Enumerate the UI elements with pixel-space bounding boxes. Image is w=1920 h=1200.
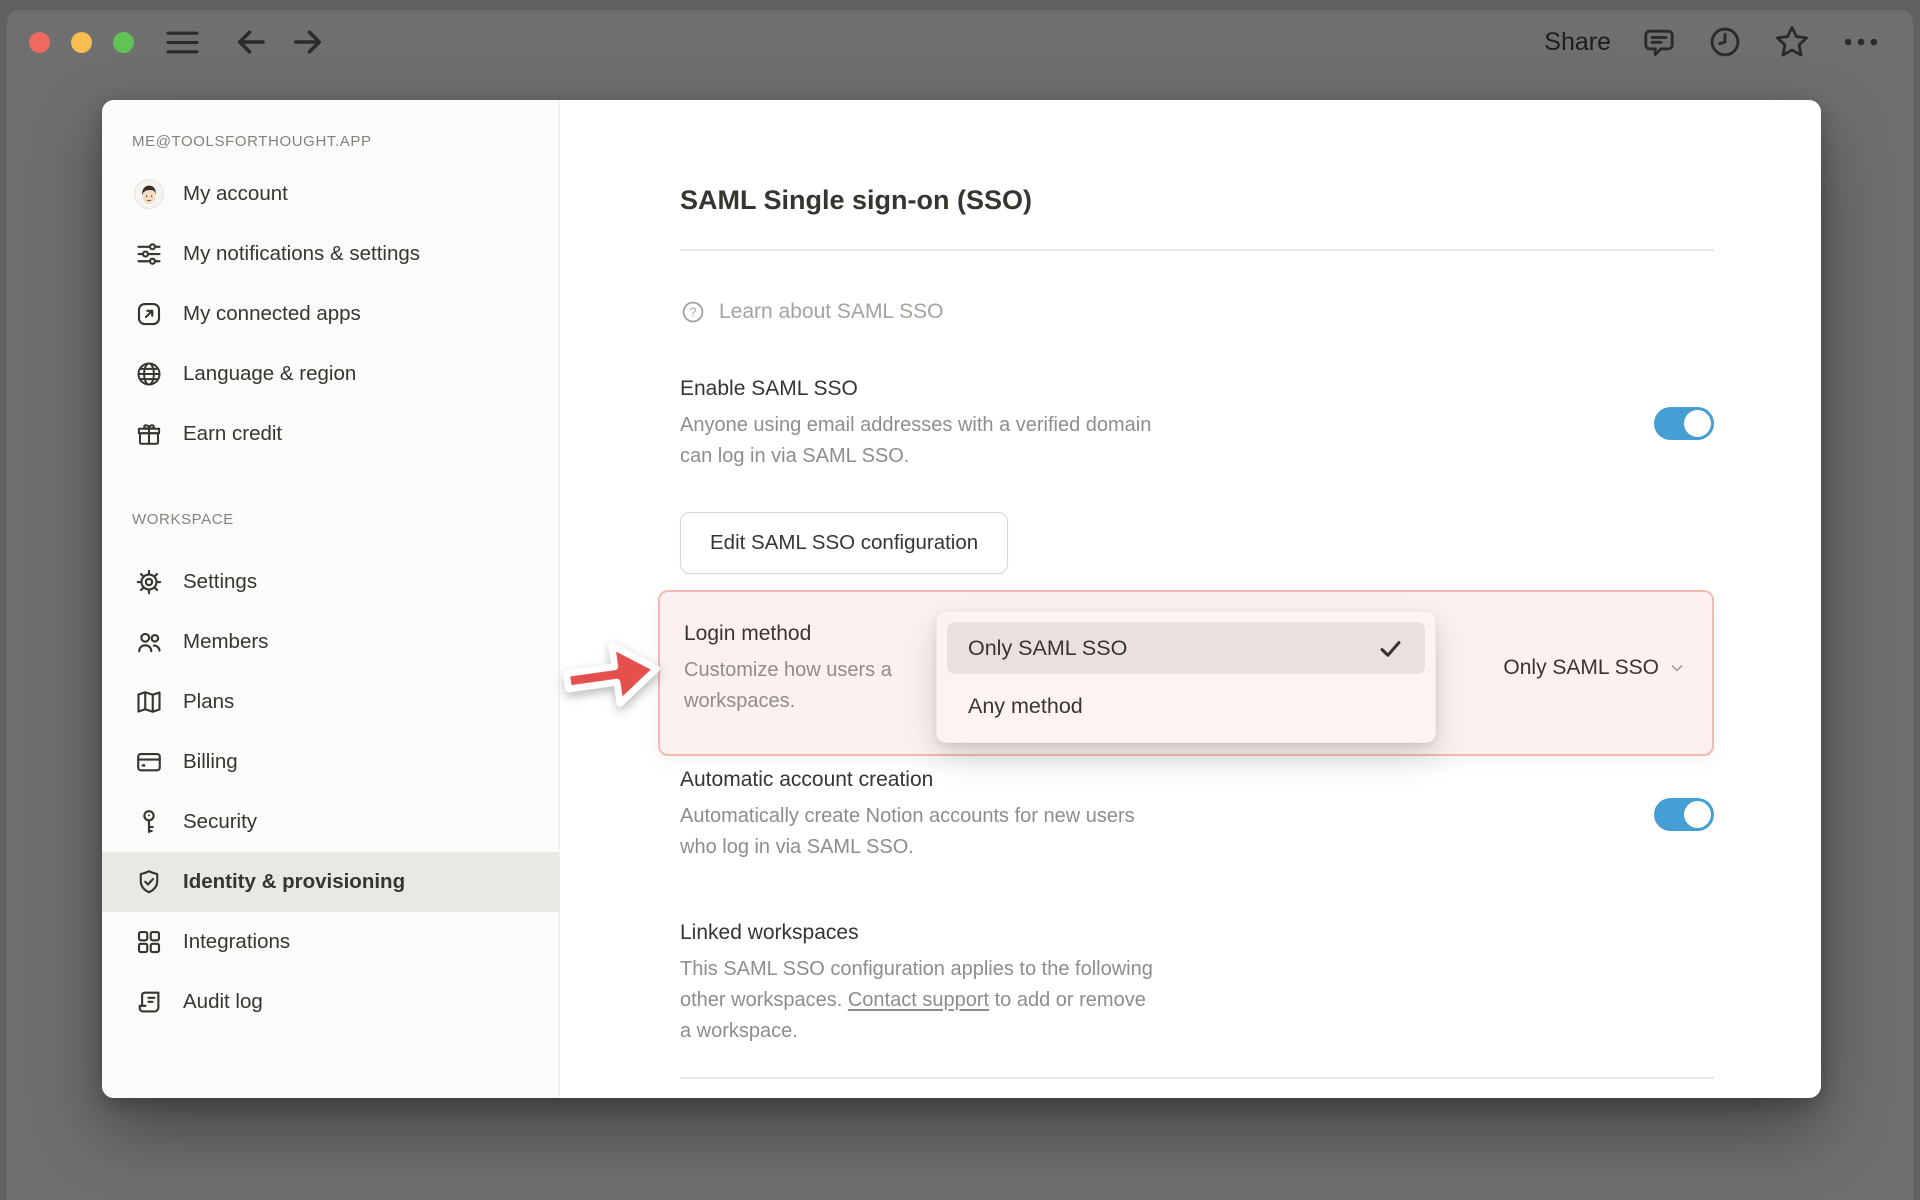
auto-account-row: Automatic account creation Automatically… bbox=[680, 766, 1714, 863]
enable-saml-row: Enable SAML SSO Anyone using email addre… bbox=[680, 375, 1714, 472]
auto-account-description: Automatically create Notion accounts for… bbox=[680, 805, 1135, 858]
linked-workspaces-block: Linked workspaces This SAML SSO configur… bbox=[680, 919, 1714, 1047]
workspace-items-list: Settings Members Plans Billing Security Ident… bbox=[102, 552, 559, 1032]
settings-main-panel: SAML Single sign-on (SSO) ? Learn about … bbox=[560, 100, 1821, 1098]
enable-saml-description: Anyone using email addresses with a veri… bbox=[680, 414, 1152, 467]
sidebar-item-members[interactable]: Members bbox=[102, 612, 559, 672]
minimize-window-button[interactable] bbox=[71, 31, 92, 53]
account-items-list: My account My notifications & settings My … bbox=[102, 164, 559, 464]
settings-modal: ME@TOOLSFORTHOUGHT.APP My account My noti… bbox=[102, 100, 1821, 1098]
sidebar-item-settings[interactable]: Settings bbox=[102, 552, 559, 612]
share-button[interactable]: Share bbox=[1544, 28, 1611, 57]
sidebar-item-label: Audit log bbox=[183, 990, 263, 1013]
sidebar-item-security[interactable]: Security bbox=[102, 792, 559, 852]
chevron-down-icon bbox=[1668, 659, 1686, 677]
auto-account-toggle[interactable] bbox=[1654, 798, 1714, 831]
dropdown-option-any-method[interactable]: Any method bbox=[947, 680, 1425, 732]
red-pointer-arrow-icon bbox=[562, 642, 660, 707]
svg-text:?: ? bbox=[690, 305, 697, 319]
arrow-up-right-square-icon bbox=[134, 299, 164, 329]
sidebar-item-label: Members bbox=[183, 630, 269, 653]
bottom-divider bbox=[680, 1077, 1714, 1079]
title-divider bbox=[680, 249, 1714, 251]
globe-icon bbox=[134, 359, 164, 389]
zoom-window-button[interactable] bbox=[113, 31, 134, 53]
sliders-icon bbox=[134, 239, 164, 269]
sidebar-item-label: Earn credit bbox=[183, 422, 283, 445]
back-icon[interactable] bbox=[233, 24, 269, 60]
dropdown-option-label: Any method bbox=[968, 693, 1083, 718]
sidebar-item-integrations[interactable]: Integrations bbox=[102, 912, 559, 972]
titlebar: Share bbox=[7, 10, 1913, 74]
sidebar-item-label: Integrations bbox=[183, 930, 291, 953]
sidebar-item-language-region[interactable]: Language & region bbox=[102, 344, 559, 404]
forward-icon[interactable] bbox=[290, 24, 326, 60]
contact-support-link[interactable]: Contact support bbox=[848, 989, 989, 1011]
sidebar-item-label: Identity & provisioning bbox=[183, 870, 406, 893]
key-icon bbox=[134, 807, 164, 837]
settings-sidebar: ME@TOOLSFORTHOUGHT.APP My account My noti… bbox=[102, 100, 560, 1098]
favorite-star-icon[interactable] bbox=[1773, 23, 1811, 61]
login-method-selected-value: Only SAML SSO bbox=[1503, 656, 1659, 679]
gift-icon bbox=[134, 419, 164, 449]
auto-account-heading: Automatic account creation bbox=[680, 768, 934, 791]
more-ellipsis-icon[interactable] bbox=[1841, 24, 1881, 60]
linked-workspaces-heading: Linked workspaces bbox=[680, 921, 859, 944]
login-method-section: Login method Customize how users a works… bbox=[562, 590, 1714, 756]
sidebar-item-my-account[interactable]: My account bbox=[102, 164, 559, 224]
window-controls bbox=[29, 31, 134, 53]
sidebar-item-label: Security bbox=[183, 810, 258, 833]
dropdown-option-only-saml-sso[interactable]: Only SAML SSO bbox=[947, 622, 1425, 674]
sidebar-item-label: Settings bbox=[183, 570, 258, 593]
sidebar-item-label: My account bbox=[183, 182, 288, 205]
hamburger-icon[interactable] bbox=[164, 28, 201, 57]
sidebar-item-plans[interactable]: Plans bbox=[102, 672, 559, 732]
question-circle-icon: ? bbox=[680, 299, 706, 325]
grid-icon bbox=[134, 927, 164, 957]
edit-saml-config-button[interactable]: Edit SAML SSO configuration bbox=[680, 512, 1009, 574]
linked-workspaces-description: This SAML SSO configuration applies to t… bbox=[680, 958, 1153, 1042]
shield-check-icon bbox=[134, 867, 164, 897]
login-method-select[interactable]: Only SAML SSO bbox=[1503, 656, 1686, 680]
credit-card-icon bbox=[134, 747, 164, 777]
sidebar-item-my-notifications[interactable]: My notifications & settings bbox=[102, 224, 559, 284]
learn-link-label: Learn about SAML SSO bbox=[719, 300, 944, 323]
check-icon bbox=[1377, 635, 1404, 662]
comments-icon[interactable] bbox=[1641, 24, 1677, 60]
account-section-header: ME@TOOLSFORTHOUGHT.APP bbox=[132, 133, 372, 150]
sidebar-item-audit-log[interactable]: Audit log bbox=[102, 972, 559, 1032]
avatar bbox=[134, 179, 164, 209]
sidebar-item-label: My connected apps bbox=[183, 302, 361, 325]
sidebar-item-billing[interactable]: Billing bbox=[102, 732, 559, 792]
sidebar-item-earn-credit[interactable]: Earn credit bbox=[102, 404, 559, 464]
scroll-icon bbox=[134, 987, 164, 1017]
sidebar-item-label: Plans bbox=[183, 690, 235, 713]
learn-about-saml-link[interactable]: ? Learn about SAML SSO bbox=[680, 299, 944, 325]
gear-icon bbox=[134, 567, 164, 597]
people-icon bbox=[134, 627, 164, 657]
login-method-dropdown: Only SAML SSO Any method bbox=[936, 611, 1436, 743]
updates-clock-icon[interactable] bbox=[1707, 24, 1743, 60]
map-icon bbox=[134, 687, 164, 717]
close-window-button[interactable] bbox=[29, 31, 50, 53]
workspace-section-header: WORKSPACE bbox=[132, 511, 234, 528]
sidebar-item-label: My notifications & settings bbox=[183, 242, 420, 265]
enable-saml-heading: Enable SAML SSO bbox=[680, 377, 858, 400]
page-title: SAML Single sign-on (SSO) bbox=[680, 185, 1033, 215]
sidebar-item-label: Language & region bbox=[183, 362, 357, 385]
sidebar-item-identity-provisioning[interactable]: Identity & provisioning bbox=[102, 852, 559, 912]
sidebar-item-my-connected-apps[interactable]: My connected apps bbox=[102, 284, 559, 344]
sidebar-item-label: Billing bbox=[183, 750, 238, 773]
enable-saml-toggle[interactable] bbox=[1654, 407, 1714, 440]
dropdown-option-label: Only SAML SSO bbox=[968, 635, 1128, 660]
